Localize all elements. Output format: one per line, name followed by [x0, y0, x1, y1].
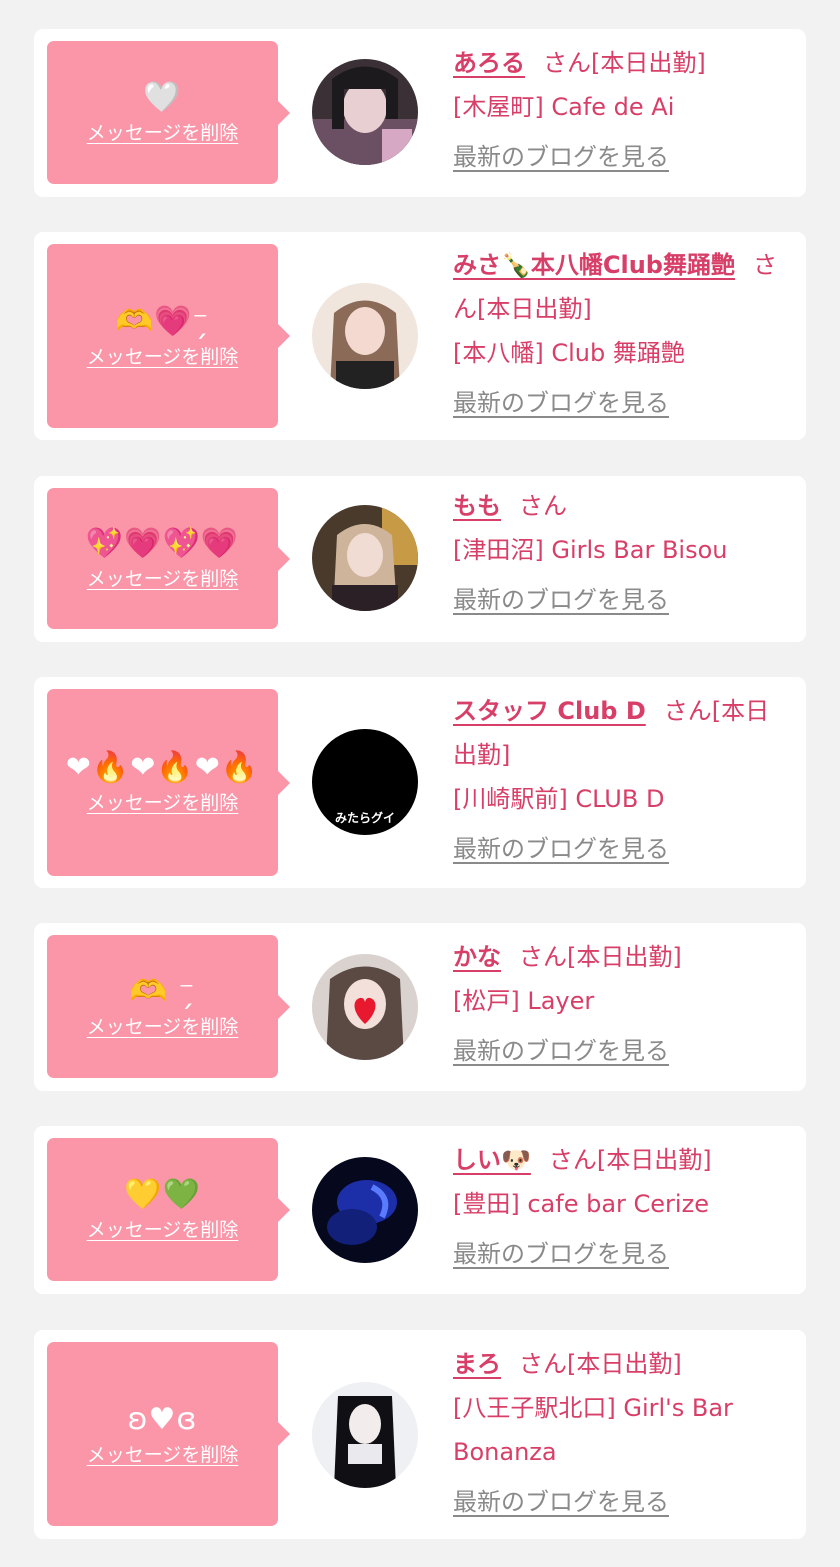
delete-message-link[interactable]: メッセージを削除	[87, 342, 239, 369]
shop-name: [津田沼] Girls Bar Bisou	[453, 536, 728, 564]
message-emoji: 🤍	[143, 80, 182, 115]
message-card: 🤍 メッセージを削除 あろる さん[本日出勤] [木屋町] Cafe de Ai …	[34, 29, 806, 197]
message-bubble: 🤍 メッセージを削除	[47, 41, 290, 184]
message-card: ❤︎🔥❤︎🔥❤︎🔥 メッセージを削除 みたらグイ スタッフ Club D さん[本…	[34, 677, 806, 888]
cast-name-link[interactable]: スタッフ Club D	[453, 697, 646, 725]
message-bubble: 💖💗💖💗 メッセージを削除	[47, 488, 290, 629]
latest-blog-link[interactable]: 最新のブログを見る	[453, 1480, 793, 1524]
cast-name-link[interactable]: もも	[453, 492, 501, 520]
message-info: もも さん [津田沼] Girls Bar Bisou 最新のブログを見る	[453, 484, 793, 622]
shop-name: [本八幡] Club 舞踊艶	[453, 339, 685, 367]
message-info: しい🐶 さん[本日出勤] [豊田] cafe bar Cerize 最新のブログを…	[453, 1138, 793, 1276]
name-suffix: さん[本日出勤]	[543, 49, 706, 77]
latest-blog-link[interactable]: 最新のブログを見る	[453, 1029, 793, 1073]
delete-message-link[interactable]: メッセージを削除	[87, 1440, 239, 1467]
message-emoji: 🫶 ⁻̗	[129, 974, 196, 1009]
delete-message-link[interactable]: メッセージを削除	[87, 788, 239, 815]
avatar[interactable]	[312, 505, 418, 611]
message-card: 💖💗💖💗 メッセージを削除 もも さん [津田沼] Girls Bar Bisou…	[34, 476, 806, 642]
message-info: あろる さん[本日出勤] [木屋町] Cafe de Ai 最新のブログを見る	[453, 41, 793, 179]
message-emoji: 💛💚	[124, 1177, 201, 1212]
message-list: 🤍 メッセージを削除 あろる さん[本日出勤] [木屋町] Cafe de Ai …	[0, 0, 840, 1567]
cast-name-link[interactable]: しい🐶	[453, 1146, 531, 1174]
name-suffix: さん[本日出勤]	[519, 1350, 682, 1378]
name-suffix: さん[本日出勤]	[519, 943, 682, 971]
cast-name-link[interactable]: みさ🍾本八幡Club舞踊艶	[453, 251, 735, 279]
avatar[interactable]	[312, 954, 418, 1060]
message-emoji: ʚ♥ɞ	[127, 1401, 198, 1437]
avatar-caption: みたらグイ	[334, 811, 395, 825]
latest-blog-link[interactable]: 最新のブログを見る	[453, 381, 793, 425]
message-emoji: 🫶💗⁻̗	[115, 303, 210, 339]
cast-name-link[interactable]: まろ	[453, 1350, 501, 1378]
cast-name-link[interactable]: かな	[453, 943, 501, 971]
message-emoji: ❤︎🔥❤︎🔥❤︎🔥	[65, 750, 260, 785]
message-bubble: ʚ♥ɞ メッセージを削除	[47, 1342, 290, 1526]
delete-message-link[interactable]: メッセージを削除	[87, 564, 239, 591]
message-bubble: ❤︎🔥❤︎🔥❤︎🔥 メッセージを削除	[47, 689, 290, 876]
avatar[interactable]: みたらグイ	[312, 729, 418, 835]
latest-blog-link[interactable]: 最新のブログを見る	[453, 1232, 793, 1276]
message-info: スタッフ Club D さん[本日出勤] [川崎駅前] CLUB D 最新のブログ…	[453, 689, 793, 871]
name-suffix: さん[本日出勤]	[548, 1146, 712, 1174]
name-suffix: さん	[519, 492, 567, 520]
message-bubble: 💛💚 メッセージを削除	[47, 1138, 290, 1281]
latest-blog-link[interactable]: 最新のブログを見る	[453, 135, 793, 179]
message-emoji: 💖💗💖💗	[85, 526, 240, 561]
message-card: ʚ♥ɞ メッセージを削除 まろ さん[本日出勤] [八王子駅北口] Girl's …	[34, 1330, 806, 1539]
shop-name: [川崎駅前] CLUB D	[453, 785, 665, 813]
message-info: まろ さん[本日出勤] [八王子駅北口] Girl's Bar Bonanza 最…	[453, 1342, 793, 1524]
message-card: 🫶💗⁻̗ メッセージを削除 みさ🍾本八幡Club舞踊艶 さん[本日出勤] [本八幡…	[34, 232, 806, 440]
message-bubble: 🫶💗⁻̗ メッセージを削除	[47, 244, 290, 428]
shop-name: [木屋町] Cafe de Ai	[453, 93, 675, 121]
avatar[interactable]	[312, 283, 418, 389]
latest-blog-link[interactable]: 最新のブログを見る	[453, 827, 793, 871]
delete-message-link[interactable]: メッセージを削除	[87, 1012, 239, 1039]
message-card: 💛💚 メッセージを削除 しい🐶 さん[本日出勤] [豊田] cafe bar Ce…	[34, 1126, 806, 1294]
delete-message-link[interactable]: メッセージを削除	[87, 1215, 239, 1242]
cast-name-link[interactable]: あろる	[453, 49, 525, 77]
avatar[interactable]	[312, 1382, 418, 1488]
message-info: みさ🍾本八幡Club舞踊艶 さん[本日出勤] [本八幡] Club 舞踊艶 最新の…	[453, 243, 793, 425]
latest-blog-link[interactable]: 最新のブログを見る	[453, 578, 793, 622]
shop-name: [八王子駅北口] Girl's Bar Bonanza	[453, 1394, 733, 1466]
avatar[interactable]	[312, 59, 418, 165]
message-bubble: 🫶 ⁻̗ メッセージを削除	[47, 935, 290, 1078]
message-info: かな さん[本日出勤] [松戸] Layer 最新のブログを見る	[453, 935, 793, 1073]
shop-name: [豊田] cafe bar Cerize	[453, 1190, 709, 1218]
delete-message-link[interactable]: メッセージを削除	[87, 118, 239, 145]
shop-name: [松戸] Layer	[453, 987, 595, 1015]
message-card: 🫶 ⁻̗ メッセージを削除 かな さん[本日出勤] [松戸] Layer 最新のブ…	[34, 923, 806, 1091]
avatar[interactable]	[312, 1157, 418, 1263]
